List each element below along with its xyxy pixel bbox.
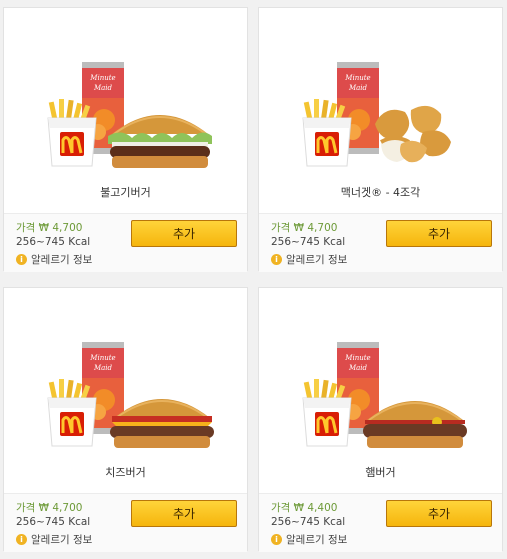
allergy-info-label: 알레르기 정보: [286, 254, 348, 266]
allergy-info-link[interactable]: i 알레르기 정보: [16, 532, 92, 547]
product-kcal: 256~745 Kcal: [16, 236, 91, 248]
product-name: 맥너겟® - 4조각: [340, 186, 421, 199]
info-icon: i: [16, 254, 27, 265]
product-info: 가격 ₩ 4,700 256~745 Kcal i 알레르기 정보 추가: [259, 213, 502, 272]
allergy-info-label: 알레르기 정보: [31, 534, 93, 546]
product-kcal: 256~745 Kcal: [271, 236, 346, 248]
product-image: [46, 342, 215, 449]
product-name: 햄버거: [365, 466, 396, 479]
info-icon: i: [16, 534, 27, 545]
info-icon: i: [271, 254, 282, 265]
allergy-info-link[interactable]: i 알레르기 정보: [271, 252, 347, 267]
product-image: [301, 62, 453, 168]
add-button[interactable]: 추가: [386, 220, 492, 247]
product-card[interactable]: 맥너겟® - 4조각 가격 ₩ 4,700 256~745 Kcal i 알레르…: [258, 7, 503, 272]
product-card[interactable]: 치즈버거 가격 ₩ 4,700 256~745 Kcal i 알레르기 정보 추…: [3, 287, 248, 552]
product-name: 치즈버거: [105, 466, 146, 479]
product-image: [301, 342, 468, 449]
product-card[interactable]: 불고기버거 가격 ₩ 4,700 256~745 Kcal i 알레르기 정보 …: [3, 7, 248, 272]
allergy-info-link[interactable]: i 알레르기 정보: [271, 532, 347, 547]
product-price: 가격 ₩ 4,700: [271, 222, 338, 234]
info-icon: i: [271, 534, 282, 545]
product-card[interactable]: 햄버거 가격 ₩ 4,400 256~745 Kcal i 알레르기 정보 추가: [258, 287, 503, 552]
product-kcal: 256~745 Kcal: [16, 516, 91, 528]
product-info: 가격 ₩ 4,700 256~745 Kcal i 알레르기 정보 추가: [4, 493, 247, 552]
product-kcal: 256~745 Kcal: [271, 516, 346, 528]
product-grid: 불고기버거 가격 ₩ 4,700 256~745 Kcal i 알레르기 정보 …: [0, 0, 507, 559]
product-price: 가격 ₩ 4,400: [271, 502, 338, 514]
add-button[interactable]: 추가: [131, 220, 237, 247]
add-button[interactable]: 추가: [131, 500, 237, 527]
product-info: 가격 ₩ 4,400 256~745 Kcal i 알레르기 정보 추가: [259, 493, 502, 552]
allergy-info-label: 알레르기 정보: [286, 534, 348, 546]
product-image: [46, 62, 213, 169]
product-price: 가격 ₩ 4,700: [16, 222, 83, 234]
allergy-info-label: 알레르기 정보: [31, 254, 93, 266]
allergy-info-link[interactable]: i 알레르기 정보: [16, 252, 92, 267]
product-name: 불고기버거: [100, 186, 151, 199]
product-price: 가격 ₩ 4,700: [16, 502, 83, 514]
product-info: 가격 ₩ 4,700 256~745 Kcal i 알레르기 정보 추가: [4, 213, 247, 272]
add-button[interactable]: 추가: [386, 500, 492, 527]
